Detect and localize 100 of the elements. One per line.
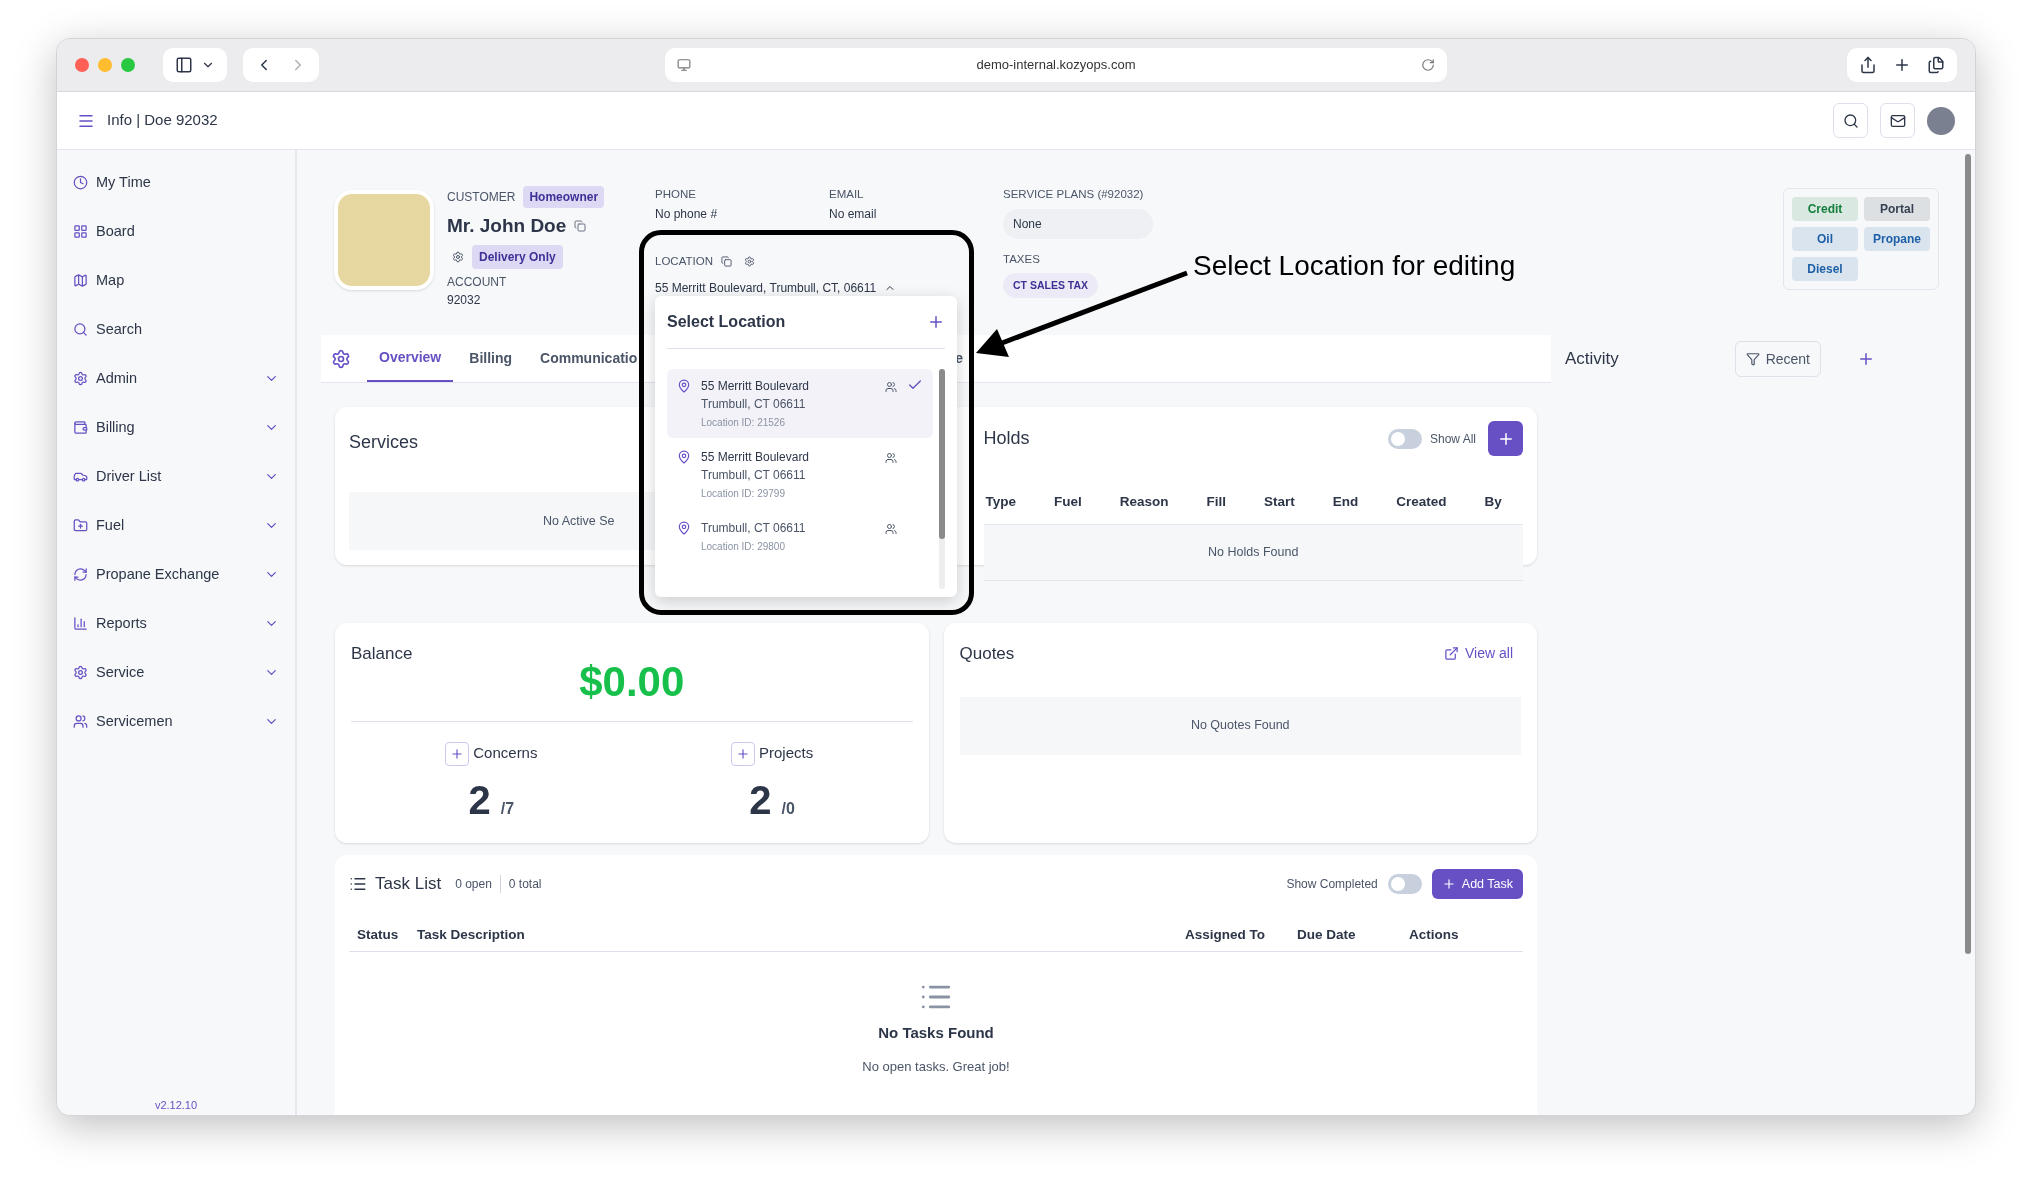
empty-message: No Holds Found (983, 525, 1523, 582)
share-icon[interactable] (1859, 56, 1877, 74)
column-header: Task Description (417, 926, 526, 944)
account-tag: Credit (1792, 197, 1858, 221)
tab[interactable]: Communicatio (528, 335, 650, 382)
plus-icon (1441, 877, 1456, 891)
location-option[interactable]: 55 Merritt Boulevard Trumbull, CT 06611 Location ID: 29799 (667, 440, 933, 509)
sidebar-item[interactable]: My Time (73, 158, 279, 207)
location-option[interactable]: 55 Merritt Boulevard Trumbull, CT 06611 Location ID: 21526 (667, 369, 933, 438)
version-text: v2.12.10 (153, 1097, 199, 1113)
dropdown-scrollbar[interactable] (939, 369, 945, 539)
address-bar[interactable]: demo-internal.kozyops.com (665, 48, 1447, 82)
empty-title: No Tasks Found (878, 1023, 994, 1044)
refresh-icon (73, 567, 88, 582)
customer-name: Mr. John Doe (447, 214, 567, 238)
email-label: EMAIL (829, 187, 865, 202)
empty-message: No Quotes Found (959, 696, 1521, 755)
add-button[interactable] (445, 741, 470, 766)
add-location-icon[interactable] (927, 313, 945, 331)
map-pin-icon (677, 450, 691, 464)
add-button[interactable] (1488, 421, 1523, 456)
sidebar-item[interactable]: Servicemen (73, 697, 279, 746)
tab[interactable]: Overview (367, 335, 454, 382)
sidebar-item[interactable]: Map (73, 256, 279, 305)
dropdown-title: Select Location (667, 312, 786, 332)
copy-icon[interactable] (720, 256, 732, 268)
copy-icon[interactable] (574, 220, 587, 233)
location-selector[interactable]: 55 Merritt Boulevard, Trumbull, CT, 06611 (655, 278, 897, 297)
column-header: Due Date (1297, 926, 1357, 944)
stat-total: /0 (781, 798, 795, 819)
sidebar-item[interactable]: Fuel (73, 501, 279, 550)
toggle-label: Show Completed (1286, 876, 1378, 893)
close-window-icon[interactable] (75, 58, 89, 72)
street-text: 55 Merritt Boulevard (701, 378, 811, 395)
add-button[interactable] (731, 741, 756, 766)
column-header: Actions (1409, 926, 1459, 944)
tax-tag: CT SALES TAX (1003, 272, 1099, 299)
sidebar-item[interactable]: Propane Exchange (73, 550, 279, 599)
card-title: Quotes (959, 643, 1015, 665)
mail-button[interactable] (1880, 103, 1915, 138)
add-icon[interactable] (1857, 350, 1875, 368)
column-header: By (1484, 493, 1502, 511)
users-icon (885, 523, 897, 535)
user-avatar[interactable] (1927, 106, 1955, 135)
sidebar-item[interactable]: Search (73, 305, 279, 354)
mail-icon (1889, 112, 1906, 129)
city-text: Trumbull, CT 06611 (701, 396, 807, 413)
toggle-switch[interactable] (1387, 874, 1422, 894)
list-icon (349, 875, 367, 893)
tabs-overview-icon[interactable] (1927, 56, 1945, 74)
card-title: Balance (351, 643, 414, 665)
settings-icon[interactable] (743, 256, 755, 268)
scrollbar[interactable] (1965, 154, 1971, 954)
delivery-badge: Delivery Only (472, 244, 563, 269)
stat-label: Concerns (473, 743, 538, 764)
sidebar-item[interactable]: Driver List (73, 452, 279, 501)
settings-icon[interactable] (331, 348, 351, 369)
add-task-button[interactable]: Add Task (1431, 869, 1523, 899)
email-value: No email (829, 206, 878, 224)
stat-label: Projects (759, 743, 814, 764)
column-header: Fuel (1054, 493, 1082, 511)
account-tag: Diesel (1792, 257, 1858, 281)
new-tab-icon[interactable] (1893, 56, 1911, 74)
tab[interactable]: Billing (457, 335, 525, 382)
location-option[interactable]: Trumbull, CT 06611 Location ID: 29800 (667, 511, 933, 562)
map-icon (73, 273, 88, 288)
reload-icon[interactable] (1421, 58, 1435, 72)
search-icon (73, 322, 88, 337)
column-header: Fill (1206, 493, 1227, 511)
page-icon (677, 58, 691, 72)
clock-icon (73, 175, 88, 190)
city-text: Trumbull, CT 06611 (701, 520, 807, 537)
url-text: demo-internal.kozyops.com (975, 56, 1137, 75)
search-button[interactable] (1833, 103, 1868, 138)
toggle-switch[interactable] (1387, 428, 1422, 449)
sidebar-item[interactable]: Service (73, 648, 279, 697)
card-title: Holds (983, 427, 1030, 450)
stat-count: 2 (468, 776, 491, 824)
total-count: 0 total (508, 876, 542, 893)
phone-label: PHONE (655, 187, 697, 202)
empty-text: No open tasks. Great job! (862, 1057, 1010, 1076)
settings-icon[interactable] (452, 250, 464, 263)
sidebar-item[interactable]: Board (73, 207, 279, 256)
account-tag: Oil (1792, 227, 1858, 251)
users-icon (885, 381, 897, 393)
folder-plus-icon (73, 518, 88, 533)
sidebar-item[interactable]: Billing (73, 403, 279, 452)
card-title: Task List (375, 873, 442, 896)
sidebar-toggle-icon[interactable] (175, 56, 193, 74)
sidebar-item[interactable]: Reports (73, 599, 279, 648)
column-header: Reason (1119, 493, 1169, 511)
search-icon (1842, 112, 1859, 129)
recent-filter-button[interactable]: Recent (1734, 341, 1821, 377)
filter-icon (1745, 352, 1760, 366)
customer-type-badge: Homeowner (523, 186, 605, 208)
sidebar-item[interactable]: Admin (73, 354, 279, 403)
view-all-link[interactable]: View all (1444, 643, 1513, 665)
settings-icon (73, 665, 88, 680)
page-title: Info | Doe 92032 (107, 110, 218, 131)
card-title: Services (349, 431, 419, 454)
